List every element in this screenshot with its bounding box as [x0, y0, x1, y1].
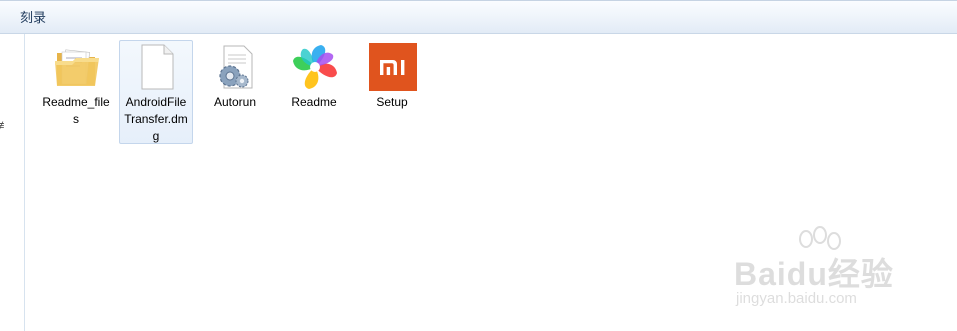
file-item-autorun[interactable]: Autorun: [198, 40, 272, 144]
browser-pinwheel-icon: [291, 43, 339, 91]
settings-file-icon: [212, 43, 260, 91]
file-name: Readme_files: [42, 95, 110, 126]
blank-file-icon: [133, 43, 181, 91]
watermark-url: jingyan.baidu.com: [736, 290, 857, 307]
file-name: Autorun: [213, 95, 257, 109]
nav-pane-glyph: ≢: [0, 120, 9, 132]
file-name: AndroidFileTransfer.dmg: [124, 95, 188, 143]
file-name: Readme: [291, 95, 337, 109]
folder-icon: [53, 43, 101, 91]
file-name: Setup: [376, 95, 408, 109]
file-item-android-file-transfer[interactable]: AndroidFileTransfer.dmg: [119, 40, 193, 144]
command-bar: 刻录: [0, 0, 957, 34]
file-item-readme[interactable]: Readme: [277, 40, 351, 144]
file-item-readme-files[interactable]: Readme_files: [39, 40, 113, 144]
watermark-brand: Baidu经验: [734, 256, 894, 292]
file-item-setup[interactable]: Setup: [355, 40, 429, 144]
mi-logo-icon: [369, 43, 417, 91]
burn-button[interactable]: 刻录: [10, 7, 56, 29]
navigation-pane[interactable]: ≢: [0, 34, 25, 331]
baidu-watermark: Baidu经验 jingyan.baidu.com: [730, 225, 950, 315]
